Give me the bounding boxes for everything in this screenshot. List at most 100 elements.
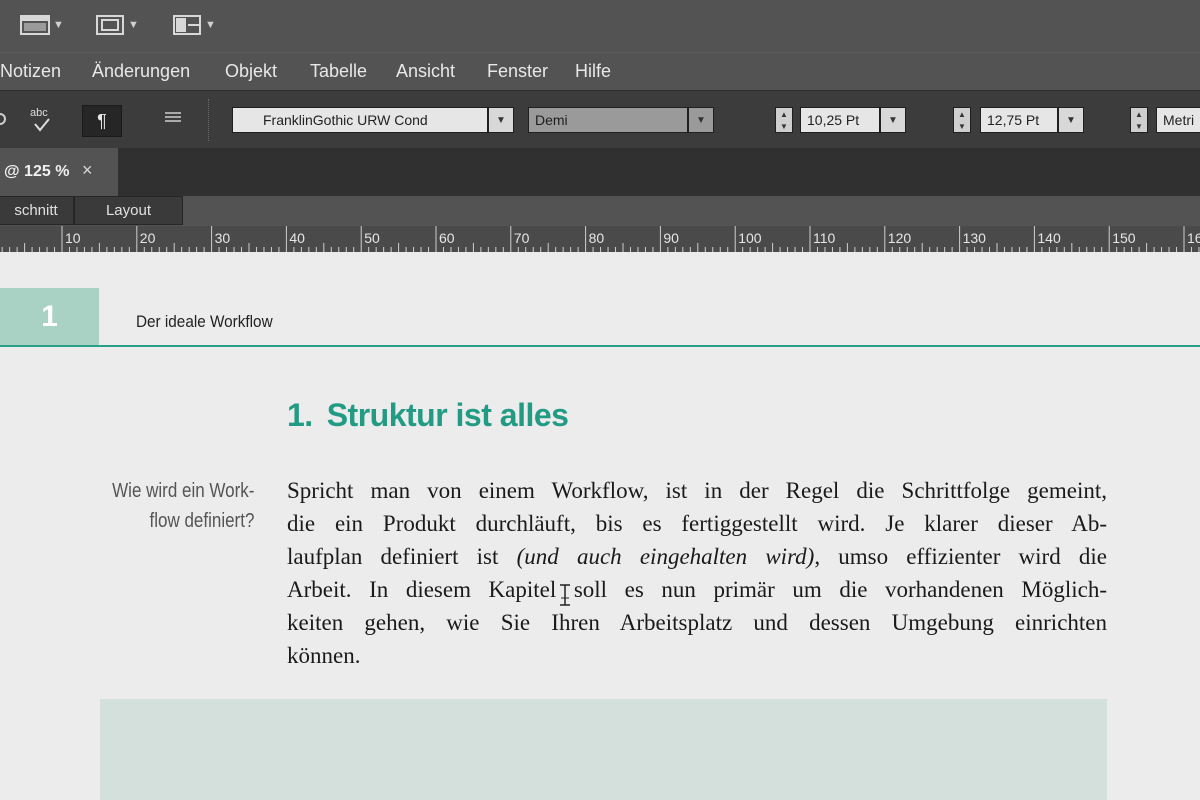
kerning-value: Metri: [1163, 112, 1195, 128]
ruler-label: 40: [289, 230, 305, 246]
horizontal-ruler[interactable]: 10 20 30 40 50 60 70 80 90 100 110 120 130 140 150 16: [0, 226, 1200, 252]
ruler-label: 10: [65, 230, 81, 246]
body-text-italic: (und auch eingehalten wird): [516, 544, 815, 569]
svg-text:abc: abc: [30, 107, 48, 119]
chevron-down-icon: ▼: [205, 19, 216, 31]
ruler-label: 30: [215, 230, 231, 246]
ruler-label: 60: [439, 230, 455, 246]
control-panel: abc ¶ FranklinGothic URW Cond ▼ Demi ▼ T…: [0, 90, 1200, 226]
menu-objekt[interactable]: Objekt: [225, 61, 277, 82]
caret-down-icon: ▼: [1135, 121, 1143, 131]
font-family-field[interactable]: FranklinGothic URW Cond: [232, 107, 488, 133]
chevron-down-icon: ▼: [888, 114, 898, 126]
kerning-stepper[interactable]: ▲ ▼: [1130, 107, 1148, 133]
menu-tabelle[interactable]: Tabelle: [310, 61, 367, 82]
font-style-value: Demi: [535, 112, 568, 128]
document-page[interactable]: 1 Der ideale Workflow 1. Struktur ist all…: [0, 252, 1200, 800]
document-tab[interactable]: @ 125 % ×: [0, 148, 118, 196]
tab-schnitt[interactable]: schnitt: [0, 196, 74, 225]
section-heading: 1. Struktur ist alles: [287, 397, 569, 434]
screen-mode-icon: [20, 15, 50, 35]
leading-value: 12,75 Pt: [987, 112, 1040, 128]
font-family-dropdown[interactable]: ▼: [488, 107, 514, 133]
ruler-label: 50: [364, 230, 380, 246]
chevron-down-icon: ▼: [53, 19, 64, 31]
chevron-down-icon: ▼: [1066, 114, 1076, 126]
margin-note-line-1: Wie wird ein Work-: [111, 480, 254, 502]
tab-label: schnitt: [14, 202, 58, 219]
screen-mode-button[interactable]: ▼: [20, 12, 64, 38]
caret-up-icon: ▲: [958, 109, 966, 119]
view-tab-bar: schnitt Layout: [0, 196, 1200, 226]
font-style-dropdown[interactable]: ▼: [688, 107, 714, 133]
kerning-field[interactable]: Metri: [1156, 107, 1200, 133]
caret-up-icon: ▲: [780, 109, 788, 119]
chapter-rule-line: [0, 345, 1200, 347]
document-tab-label: @ 125 %: [4, 163, 70, 180]
ruler-label: 70: [514, 230, 530, 246]
ruler-label: 100: [738, 230, 762, 246]
text-cursor-icon: [560, 584, 570, 606]
menu-notizen[interactable]: Notizen: [0, 61, 61, 82]
running-head: Der ideale Workflow: [136, 312, 273, 331]
menu-ansicht[interactable]: Ansicht: [396, 61, 455, 82]
section-number: 1.: [287, 397, 313, 433]
leading-field[interactable]: 12,75 Pt: [980, 107, 1058, 133]
leading-stepper[interactable]: ▲ ▼: [953, 107, 971, 133]
body-text-line: keiten gehen, wie Sie Ihren Arbeitsplatz…: [287, 610, 1107, 635]
spellcheck-button[interactable]: abc: [28, 105, 54, 137]
body-text-line: die ein Produkt durchläuft, bis es ferti…: [287, 511, 1107, 536]
document-tab-bar: [0, 148, 1200, 196]
font-family-value: FranklinGothic URW Cond: [263, 112, 428, 128]
chevron-down-icon: ▼: [128, 19, 139, 31]
close-icon[interactable]: ×: [82, 160, 93, 181]
menu-aenderungen[interactable]: Änderungen: [92, 61, 190, 82]
ruler-label: 20: [140, 230, 156, 246]
chevron-down-icon: ▼: [496, 114, 506, 126]
menu-bar: Notizen Änderungen Objekt Tabelle Ansich…: [0, 52, 1200, 91]
section-title: Struktur ist alles: [326, 397, 569, 433]
arrange-documents-button[interactable]: ▼: [172, 12, 216, 38]
font-size-dropdown[interactable]: ▼: [880, 107, 906, 133]
align-icon: [165, 112, 181, 122]
menu-fenster[interactable]: Fenster: [487, 61, 548, 82]
caret-up-icon: ▲: [1135, 109, 1143, 119]
body-text-segment: , umso effizienter wird die: [814, 544, 1108, 569]
pilcrow-icon: ¶: [97, 110, 107, 131]
chapter-number: 1: [41, 300, 58, 333]
ruler-label: 150: [1112, 230, 1136, 246]
chapter-number-box: 1: [0, 288, 99, 346]
leading-dropdown[interactable]: ▼: [1058, 107, 1084, 133]
body-text-line: Arbeit. In diesem Kapitel soll es nun pr…: [287, 577, 1107, 602]
font-style-field[interactable]: Demi: [528, 107, 688, 133]
chevron-down-icon: ▼: [696, 114, 706, 126]
align-left-button[interactable]: [164, 111, 182, 130]
view-frame-icon: [96, 15, 124, 35]
ruler-label: 16: [1187, 230, 1200, 246]
application-bar: ▼ ▼ ▼: [0, 0, 1200, 52]
tab-label: Layout: [105, 202, 152, 219]
font-size-stepper[interactable]: ▲ ▼: [775, 107, 793, 133]
menu-hilfe[interactable]: Hilfe: [575, 61, 611, 82]
ruler-label: 140: [1037, 230, 1061, 246]
margin-note-line-2: flow definiert?: [149, 510, 254, 532]
font-size-value: 10,25 Pt: [807, 112, 860, 128]
font-size-field[interactable]: 10,25 Pt: [800, 107, 880, 133]
view-options-button[interactable]: ▼: [95, 12, 139, 38]
ruler-label: 130: [963, 230, 987, 246]
ruler-label: 120: [888, 230, 912, 246]
ruler-label: 90: [663, 230, 679, 246]
ruler-label: 80: [589, 230, 605, 246]
info-box: [100, 699, 1107, 800]
body-text-line: laufplan definiert ist (und auch eingeha…: [287, 540, 1107, 573]
caret-down-icon: ▼: [780, 121, 788, 131]
body-text-line: Spricht man von einem Workflow, ist in d…: [287, 478, 1107, 503]
show-hidden-characters-button[interactable]: ¶: [82, 105, 122, 137]
tab-layout[interactable]: Layout: [74, 196, 183, 225]
ruler-label: 110: [813, 230, 836, 246]
ruler-ticks: 10 20 30 40 50 60 70 80 90 100 110 120 130 140 150 16: [1, 226, 1200, 252]
arrange-layout-icon: [173, 15, 201, 35]
body-text-line: können.: [287, 643, 361, 668]
control-separator: [208, 99, 209, 141]
spellcheck-icon: abc: [30, 107, 50, 132]
